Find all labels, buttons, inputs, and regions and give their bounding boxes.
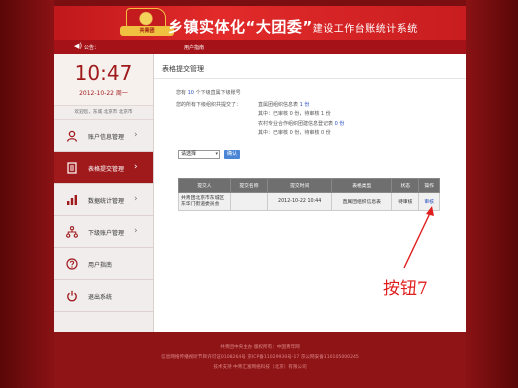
query-button[interactable]: 确认 bbox=[224, 150, 240, 159]
sidebar-item-logout[interactable]: 退出系统 bbox=[54, 280, 153, 312]
sidebar-item-label: 退出系统 bbox=[88, 294, 113, 301]
sidebar-item-label: 用户指南 bbox=[88, 262, 113, 269]
power-icon bbox=[67, 290, 77, 302]
column-header-submitter: 提交人 bbox=[178, 178, 231, 193]
left-edge-decoration bbox=[0, 0, 54, 388]
footer: 共青团中央主办 版权所有：中国青年网 信息网络传播视听节目许可证0108264号… bbox=[54, 332, 466, 388]
column-header-time: 提交时间 bbox=[267, 178, 333, 193]
sidebar-item-account[interactable]: 账户信息管理 › bbox=[54, 120, 153, 152]
clock-date: 2012-10-22 周一 bbox=[79, 90, 128, 97]
chevron-right-icon: › bbox=[134, 162, 138, 172]
sidebar-item-label: 账户信息管理 bbox=[88, 134, 125, 141]
subaccount-count: 10 bbox=[187, 90, 194, 96]
stats-form-direct-count: 1 份 bbox=[299, 102, 310, 108]
stats-form-coop-detail: 其中：已审核 0 份，待审核 0 份 bbox=[258, 130, 331, 136]
help-icon bbox=[66, 258, 78, 270]
form-type-select[interactable]: 请选择 ▾ bbox=[178, 150, 220, 159]
review-link[interactable]: 审核 bbox=[418, 192, 440, 211]
column-header-status: 状态 bbox=[391, 178, 420, 193]
app-title-suffix: 建设工作台账统计系统 bbox=[312, 24, 418, 35]
sidebar-item-label: 数据统计管理 bbox=[88, 198, 125, 205]
stats-form-coop-name: 农村专业合作组织团建信息登记表 bbox=[258, 121, 334, 127]
notice-bar: ◀) 公告： 用户指南 bbox=[54, 40, 466, 54]
stats-line1-post: 个下级直属下级账号 bbox=[195, 90, 241, 96]
chevron-right-icon: › bbox=[134, 130, 138, 140]
welcome-text: 欢迎您，东城 北京市 北京市 bbox=[54, 106, 153, 120]
clock-time: 10:47 bbox=[74, 61, 133, 85]
table-row: 共青团北京市东城区东华门街道委员会 2012-10-22 10:44 直属团组织… bbox=[178, 192, 440, 211]
footer-line2: 信息网络传播视听节目许可证0108264号 京ICP备11029930号-17 … bbox=[161, 355, 359, 360]
logo-ribbon: 共青团 bbox=[120, 26, 174, 36]
column-header-action: 操作 bbox=[418, 178, 440, 193]
sidebar-item-label: 表格提交管理 bbox=[88, 166, 125, 173]
cell-status: 待审核 bbox=[391, 192, 420, 211]
footer-line1: 共青团中央主办 版权所有：中国青年网 bbox=[220, 345, 300, 350]
stats-form-direct-name: 直属团组织信息表 bbox=[258, 102, 299, 108]
page-title: 表格提交管理 bbox=[162, 65, 204, 73]
user-icon bbox=[66, 130, 78, 142]
sidebar-item-label: 下级账户管理 bbox=[88, 230, 125, 237]
stats-form-direct-detail: 其中：已审核 0 份，待审核 1 份 bbox=[258, 111, 331, 117]
chevron-right-icon: › bbox=[134, 226, 138, 236]
speaker-icon: ◀) bbox=[74, 42, 83, 50]
stats-form-coop-count: 0 份 bbox=[334, 121, 345, 127]
page: 共青团 乡镇实体化“大团委”建设工作台账统计系统 ◀) 公告： 用户指南 10:… bbox=[0, 0, 518, 388]
submission-table: 提交人 提交名称 提交时间 表格类型 状态 操作 共青团北京市东城区东华门街道委… bbox=[178, 178, 440, 211]
stats-subaccount-line: 您有 10 个下级直属下级账号 bbox=[176, 88, 241, 98]
annotation-label: 按钮7 bbox=[383, 279, 428, 299]
title-divider bbox=[154, 78, 466, 79]
hierarchy-icon bbox=[66, 226, 78, 238]
app-title: 乡镇实体化“大团委”建设工作台账统计系统 bbox=[168, 16, 418, 37]
app-header: 共青团 乡镇实体化“大团委”建设工作台账统计系统 bbox=[54, 6, 466, 40]
document-icon bbox=[67, 162, 77, 174]
sidebar: 10:47 2012-10-22 周一 欢迎您，东城 北京市 北京市 账户信息管… bbox=[54, 54, 154, 332]
chevron-down-icon: ▾ bbox=[215, 151, 218, 157]
cell-type: 直属团组织信息表 bbox=[331, 192, 393, 211]
sidebar-item-user-guide[interactable]: 用户指南 bbox=[54, 248, 153, 280]
footer-line3: 技术支持 中青汇富网络科技（北京）有限公司 bbox=[213, 365, 307, 370]
sidebar-item-sub-accounts[interactable]: 下级账户管理 › bbox=[54, 216, 153, 248]
bar-chart-icon bbox=[67, 195, 77, 205]
column-header-name: 提交名称 bbox=[229, 178, 269, 193]
chevron-right-icon: › bbox=[134, 194, 138, 204]
app-title-main: 乡镇实体化“大团委” bbox=[168, 18, 313, 36]
stats-line1-pre: 您有 bbox=[176, 90, 187, 96]
stats-line2: 您的所有下级组织共提交了： bbox=[176, 102, 242, 108]
right-edge-decoration bbox=[466, 0, 518, 388]
cell-time: 2012-10-22 10:44 bbox=[267, 192, 333, 211]
sidebar-item-form-submission[interactable]: 表格提交管理 › bbox=[54, 152, 153, 184]
cell-submitter: 共青团北京市东城区东华门街道委员会 bbox=[178, 192, 231, 211]
select-value: 请选择 bbox=[181, 151, 197, 157]
notice-label: 公告： bbox=[84, 45, 100, 51]
cell-name bbox=[229, 192, 269, 211]
table-header-row: 提交人 提交名称 提交时间 表格类型 状态 操作 bbox=[178, 178, 440, 193]
user-guide-link[interactable]: 用户指南 bbox=[184, 44, 204, 51]
sidebar-item-statistics[interactable]: 数据统计管理 › bbox=[54, 184, 153, 216]
clock-panel: 10:47 2012-10-22 周一 bbox=[54, 54, 153, 106]
column-header-type: 表格类型 bbox=[331, 178, 393, 193]
